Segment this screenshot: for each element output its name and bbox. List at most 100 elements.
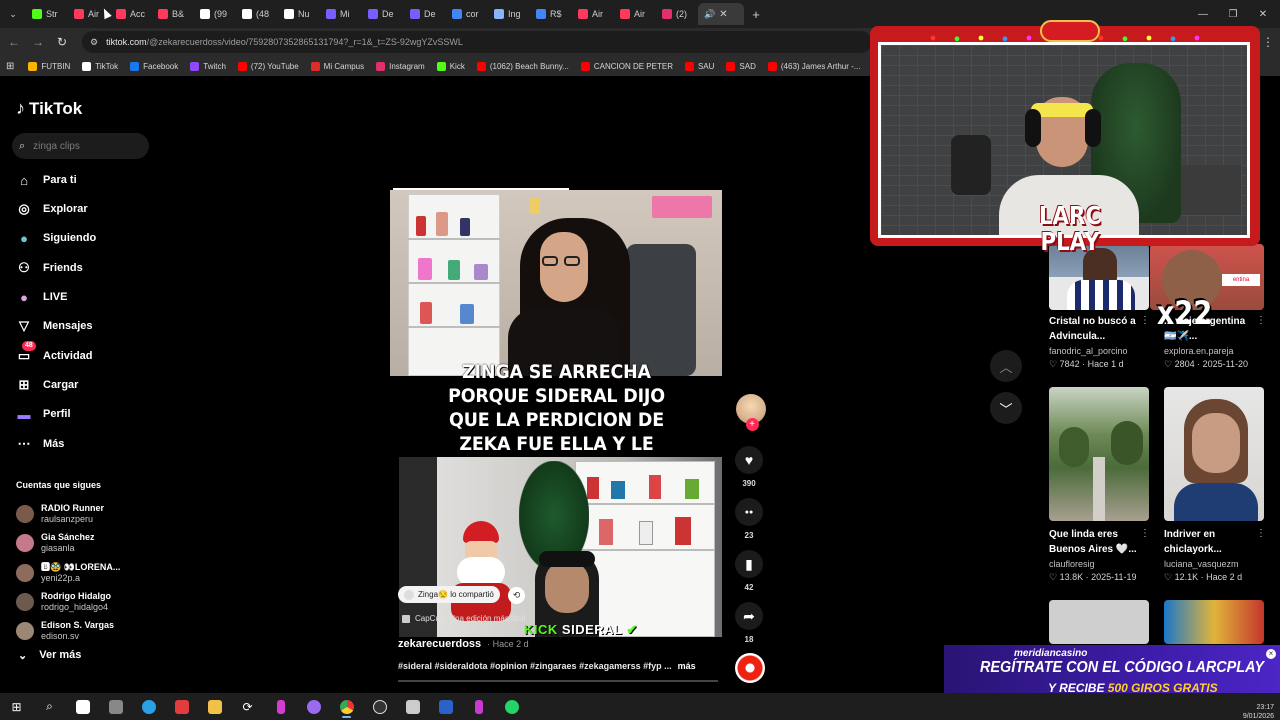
chrome-icon[interactable] [330, 693, 363, 720]
nav-item-para-ti[interactable]: ⌂ Para ti [16, 169, 77, 191]
followed-account[interactable]: 🅱🥸 👀LORENA... yeni22p.a [16, 562, 120, 584]
nav-item-friends[interactable]: ⚇ Friends [16, 257, 83, 279]
recommendation-title[interactable]: Que linda eres Buenos Aires 🤍... [1049, 527, 1141, 557]
bookmark-item[interactable]: FUTBIN [28, 61, 70, 71]
discord-icon[interactable] [297, 693, 330, 720]
browser-tab[interactable]: cor [446, 3, 488, 25]
heart-icon[interactable]: ♥ [735, 446, 763, 474]
apps-icon[interactable]: ⊞ [6, 61, 14, 72]
bookmark-item[interactable]: TikTok [82, 61, 118, 71]
capcut-icon[interactable]: ⟳ [231, 693, 264, 720]
reload-button[interactable]: ↻ [50, 30, 74, 54]
follow-plus-icon[interactable]: + [745, 418, 759, 431]
close-icon[interactable]: ✕ [719, 9, 727, 20]
more-link[interactable]: más [678, 661, 696, 671]
nav-item-siguiendo[interactable]: ● Siguiendo [16, 227, 96, 249]
see-more-button[interactable]: ⌄ Ver más [18, 649, 81, 662]
app-red-icon[interactable] [165, 693, 198, 720]
app-magenta-icon[interactable] [462, 693, 495, 720]
more-options-icon[interactable]: ⋮ [1140, 528, 1150, 539]
nav-item-cargar[interactable]: ⊞ Cargar [16, 374, 79, 396]
video-player[interactable]: ZINGA SE ARRECHA PORQUE SIDERAL DIJO QUE L… [390, 188, 723, 680]
author-name[interactable]: zekarecuerdoss [398, 638, 481, 650]
browser-tab[interactable]: Str [26, 3, 68, 25]
forward-button[interactable]: → [26, 30, 50, 54]
nav-item-más[interactable]: ⋯ Más [16, 433, 65, 455]
maximize-button[interactable]: ❐ [1218, 0, 1248, 28]
bookmark-item[interactable]: SAD [726, 61, 756, 71]
thumb-indriver[interactable] [1164, 387, 1264, 521]
more-options-icon[interactable]: ⋮ [1140, 315, 1150, 326]
video-author[interactable]: zekarecuerdoss · Hace 2 d [398, 638, 529, 650]
recommendation-title[interactable]: ... viaje argentina🇦🇷✈️... [1164, 314, 1256, 344]
tab-active[interactable]: 🔊 ✕ [698, 3, 744, 25]
back-button[interactable]: ← [2, 30, 26, 54]
more-options-icon[interactable]: ⋮ [1256, 528, 1266, 539]
new-tab-button[interactable]: + [744, 3, 768, 25]
recommendation-user[interactable]: claufloresig [1049, 559, 1095, 569]
close-icon[interactable]: × [1266, 649, 1276, 659]
edge-icon[interactable] [132, 693, 165, 720]
bookmark-item[interactable]: (463) James Arthur -... [767, 61, 860, 71]
next-video-button[interactable]: ﹀ [990, 392, 1022, 424]
search-input[interactable]: ⌕ zinga clips [12, 133, 149, 159]
address-bar[interactable]: ⚙ tiktok.com/@zekarecuerdoss/video/75928… [82, 31, 872, 53]
share-action[interactable]: ➦ 18 [731, 602, 767, 644]
bookmark-item[interactable]: CANCION DE PETER [580, 61, 673, 71]
bookmark-item[interactable]: Kick [436, 61, 465, 71]
bookmark-item[interactable]: (72) YouTube [237, 61, 299, 71]
bookmark-item[interactable]: Facebook [130, 61, 178, 71]
browser-tab[interactable]: De [404, 3, 446, 25]
browser-tab[interactable]: Mi [320, 3, 362, 25]
tiktok-logo[interactable]: ♪ TikTok [16, 98, 82, 119]
music-disc-icon[interactable] [735, 653, 765, 683]
followed-account[interactable]: Rodrigo Hidalgo rodrigo_hidalgo4 [16, 591, 111, 613]
browser-tab[interactable]: R$ [530, 3, 572, 25]
window-close-button[interactable]: ✕ [1248, 0, 1278, 28]
app-pink-icon[interactable] [264, 693, 297, 720]
shared-sticker[interactable]: Zinga😒 lo compartió [398, 586, 500, 603]
browser-tab[interactable]: Acc [110, 3, 152, 25]
browser-tab[interactable]: (48 [236, 3, 278, 25]
recommendation-title[interactable]: Indriver en chiclayork... [1164, 527, 1256, 557]
capcut-label[interactable]: CapCut · Una edición más fácil [402, 614, 525, 623]
nav-item-mensajes[interactable]: ▽ Mensajes [16, 315, 93, 337]
nav-item-explorar[interactable]: ◎ Explorar [16, 198, 87, 220]
thumb-bottom-right[interactable] [1164, 600, 1264, 644]
comment-action[interactable]: ●● 23 [731, 498, 767, 540]
browser-tab[interactable]: Ing [488, 3, 530, 25]
seek-bar[interactable] [398, 680, 718, 682]
hashtags[interactable]: #sideral #sideraldota #opinion #zingarae… [398, 661, 672, 671]
system-clock[interactable]: 23:17 9/01/2026 [1243, 703, 1274, 720]
folder-icon[interactable] [198, 693, 231, 720]
nav-item-perfil[interactable]: ▬ Perfil [16, 403, 71, 425]
browser-tab[interactable]: Air [614, 3, 656, 25]
browser-tab[interactable]: (2) [656, 3, 698, 25]
browser-tab[interactable]: Air [572, 3, 614, 25]
recommendation-title[interactable]: Cristal no buscó a Advincula... [1049, 314, 1141, 344]
author-avatar[interactable]: + [731, 394, 767, 431]
tab-search-button[interactable]: ⌄ [0, 3, 26, 25]
bookmark-item[interactable]: Twitch [190, 61, 226, 71]
game-icon[interactable] [99, 693, 132, 720]
recommendation-user[interactable]: explora.en.pareja [1164, 346, 1234, 356]
heart-action[interactable]: ♥ 390 [731, 446, 767, 488]
bookmark-icon[interactable]: ▮ [735, 550, 763, 578]
whatsapp-icon[interactable] [495, 693, 528, 720]
share-icon[interactable]: ➦ [735, 602, 763, 630]
thumb-bottom-left[interactable] [1049, 600, 1149, 644]
obs-icon[interactable] [363, 693, 396, 720]
followed-account[interactable]: Edison S. Vargas edison.sv [16, 620, 114, 642]
recommendation-user[interactable]: fanodric_al_porcino [1049, 346, 1128, 356]
more-options-icon[interactable]: ⋮ [1256, 315, 1266, 326]
followed-account[interactable]: RADIO Runner raulsanzperu [16, 503, 104, 525]
previous-video-button[interactable]: ︿ [990, 350, 1022, 382]
thumb-buenos-aires[interactable] [1049, 387, 1149, 521]
browser-tab[interactable]: B& [152, 3, 194, 25]
bookmark-action[interactable]: ▮ 42 [731, 550, 767, 592]
browser-tab[interactable]: De [362, 3, 404, 25]
word-icon[interactable] [429, 693, 462, 720]
recommendation-user[interactable]: luciana_vasquezm [1164, 559, 1239, 569]
repost-icon[interactable]: ⟲ [508, 587, 525, 604]
followed-account[interactable]: Gia Sánchez giasanla [16, 532, 95, 554]
